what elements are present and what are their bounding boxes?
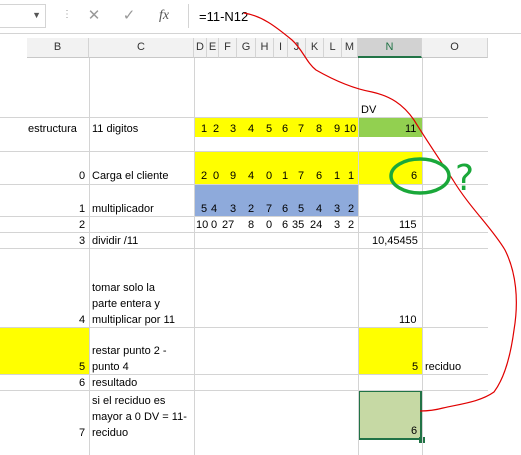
ink-annotations: ? [243, 12, 517, 412]
green-ink-circle [389, 157, 451, 195]
red-ink-arrow [243, 12, 517, 412]
green-question-mark: ? [455, 158, 474, 199]
